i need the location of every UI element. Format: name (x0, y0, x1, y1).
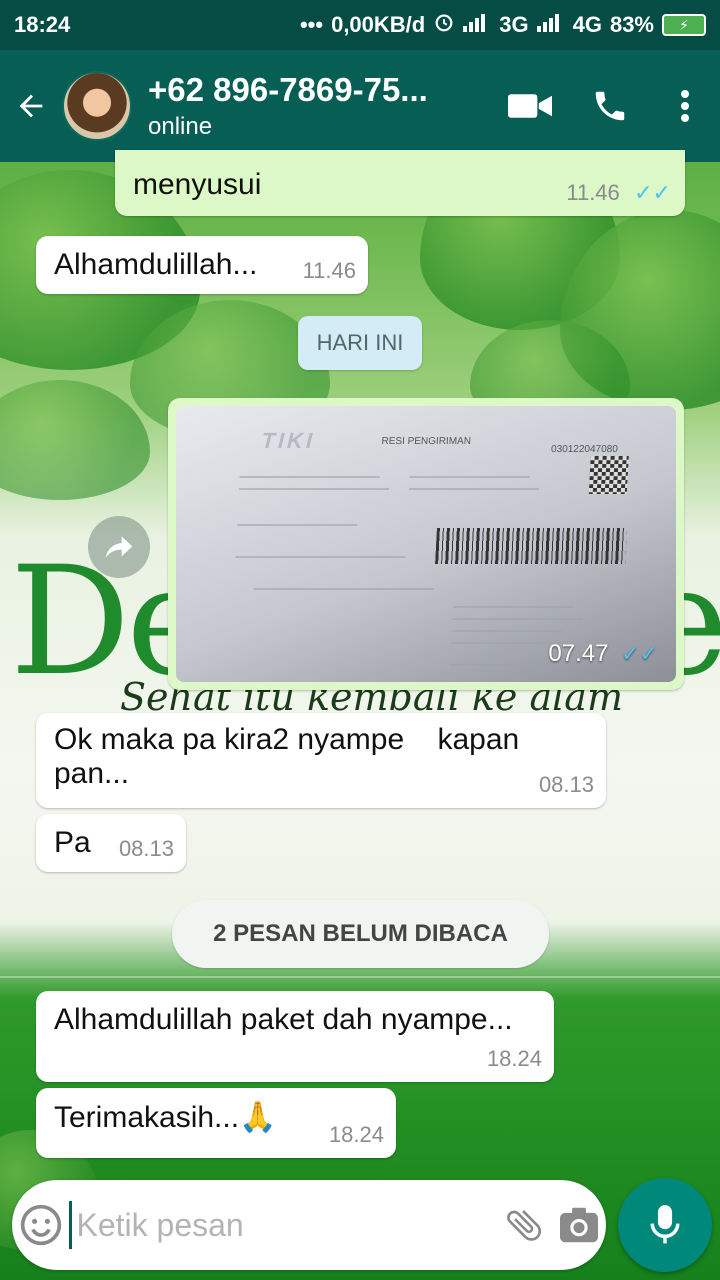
receipt-photo[interactable]: TIKI RESI PENGIRIMAN 030122047080 07.47 … (176, 406, 676, 682)
message-image-outgoing[interactable]: TIKI RESI PENGIRIMAN 030122047080 07.47 … (168, 398, 684, 690)
forward-arrow-icon (105, 536, 133, 558)
message-time: 18.24 (328, 1122, 384, 1147)
message-incoming[interactable]: Terimakasih...🙏 18.24 (36, 1088, 396, 1158)
message-text: Terimakasih...🙏 (54, 1101, 277, 1134)
unread-messages-chip: 2 PESAN BELUM DIBACA (172, 900, 549, 968)
vertical-dots-icon (681, 90, 689, 122)
status-bar: 18:24 ••• 0,00KB/d 3G 4G 83% ⚡ (0, 0, 720, 50)
chat-header: +62 896-7869-75... online (0, 50, 720, 162)
receipt-qr-code (588, 456, 629, 494)
image-meta: 07.47 ✓✓ (548, 640, 658, 668)
contact-name: +62 896-7869-75... (148, 71, 428, 108)
receipt-logo: TIKI (260, 428, 316, 453)
battery-icon: ⚡ (662, 14, 706, 36)
receipt-barcode (435, 528, 627, 564)
voice-record-button[interactable] (618, 1178, 712, 1272)
status-time: 18:24 (14, 12, 71, 37)
message-text: Pa (54, 826, 91, 859)
message-input[interactable] (69, 1201, 497, 1249)
read-ticks-icon: ✓✓ (634, 180, 671, 205)
receipt-title: RESI PENGIRIMAN (381, 436, 472, 447)
camera-icon (559, 1207, 598, 1243)
message-text: menyusui (133, 168, 262, 201)
message-incoming[interactable]: Pa 08.13 (36, 814, 186, 872)
network-4g: 4G (572, 12, 602, 37)
network-speed: 0,00KB/d (331, 12, 426, 37)
contact-avatar[interactable] (62, 71, 132, 141)
smiley-icon (20, 1204, 61, 1246)
message-time: 08.13 (538, 772, 594, 797)
signal-icon-2 (536, 12, 565, 38)
message-text: Alhamdulillah... (54, 248, 258, 281)
microphone-icon (650, 1205, 680, 1244)
forward-button[interactable] (88, 516, 150, 578)
video-call-button[interactable] (490, 50, 570, 162)
paperclip-icon (507, 1210, 541, 1241)
message-text: Alhamdulillah paket dah nyampe... (54, 1003, 513, 1036)
contact-info[interactable]: +62 896-7869-75... online (148, 71, 490, 141)
emoji-button[interactable] (12, 1180, 69, 1270)
arrow-left-icon (19, 94, 43, 118)
voice-call-button[interactable] (570, 50, 650, 162)
message-incoming[interactable]: Ok maka pa kira2 nyampe kapan pan... 08.… (36, 713, 606, 808)
signal-icon (463, 12, 491, 38)
network-3g: 3G (499, 12, 529, 37)
contact-status: online (148, 113, 213, 140)
phone-icon (595, 91, 625, 121)
unread-divider-line (0, 976, 720, 978)
camera-button[interactable] (551, 1180, 606, 1270)
back-button[interactable] (0, 50, 62, 162)
message-time: 11.46 (566, 180, 620, 205)
message-text-line2: pan... (54, 757, 130, 790)
date-divider: HARI INI (298, 316, 422, 370)
message-time: 11.46 (302, 258, 356, 283)
message-time: 07.47 (548, 640, 609, 667)
read-ticks-icon: ✓✓ (621, 641, 658, 666)
receipt-number: 030122047080 (550, 444, 619, 455)
message-outgoing[interactable]: menyusui 11.46 ✓✓ (115, 150, 685, 216)
video-camera-icon (508, 94, 552, 118)
overflow-menu-button[interactable] (650, 50, 720, 162)
message-composer (12, 1180, 606, 1270)
attach-button[interactable] (496, 1180, 551, 1270)
message-time: 08.13 (118, 836, 174, 861)
message-time: 18.24 (486, 1046, 542, 1071)
message-incoming[interactable]: Alhamdulillah... 11.46 (36, 236, 368, 294)
notification-dots: ••• (299, 12, 324, 37)
message-text-line1: Ok maka pa kira2 nyampe kapan (54, 723, 520, 756)
alarm-icon (433, 11, 455, 39)
battery-percent: 83% (609, 12, 654, 37)
message-incoming[interactable]: Alhamdulillah paket dah nyampe... 18.24 (36, 991, 554, 1082)
